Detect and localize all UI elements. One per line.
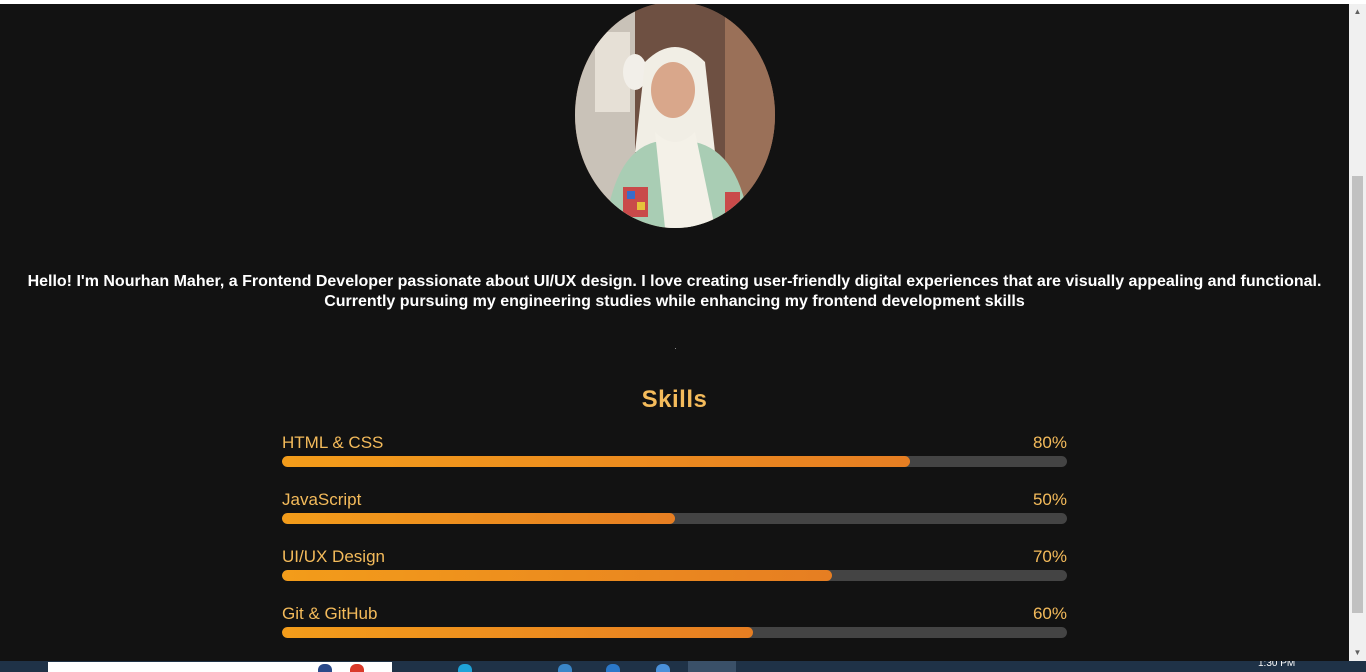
skill-progress-bar [282, 570, 1067, 581]
skill-name: HTML & CSS [282, 433, 384, 452]
divider-dot [675, 348, 676, 349]
skill-percent: 50% [1032, 490, 1067, 509]
taskbar-clock[interactable]: 1:30 PM [1258, 661, 1295, 669]
skill-percent: 80% [1032, 433, 1067, 452]
skill-item: Git & GitHub 60% [282, 604, 1067, 648]
scrollbar-thumb[interactable] [1352, 176, 1363, 613]
app-icon[interactable] [318, 664, 332, 672]
skill-percent: 60% [1032, 604, 1067, 623]
scroll-down-icon[interactable]: ▼ [1349, 645, 1366, 661]
intro-line-2: Currently pursuing my engineering studie… [324, 293, 1025, 310]
skill-name: Git & GitHub [282, 604, 378, 623]
skill-progress-fill [282, 456, 910, 467]
skill-item: HTML & CSS 80% [282, 433, 1067, 477]
page-viewport: Hello! I'm Nourhan Maher, a Frontend Dev… [0, 4, 1349, 661]
app-icon[interactable] [656, 664, 670, 672]
skill-progress-bar [282, 513, 1067, 524]
intro-text: Hello! I'm Nourhan Maher, a Frontend Dev… [0, 272, 1349, 312]
skill-name: JavaScript [282, 490, 362, 509]
profile-photo [575, 4, 775, 228]
skill-progress-bar [282, 456, 1067, 467]
taskbar-search-box[interactable] [48, 662, 392, 672]
taskbar-active-app[interactable] [688, 661, 736, 672]
intro-line-1: Hello! I'm Nourhan Maher, a Frontend Dev… [27, 273, 1322, 290]
scroll-up-icon[interactable]: ▲ [1349, 4, 1366, 20]
skill-progress-fill [282, 627, 753, 638]
skill-percent: 70% [1032, 547, 1067, 566]
vertical-scrollbar[interactable]: ▲ ▼ [1349, 4, 1366, 661]
app-icon[interactable] [350, 664, 364, 672]
skills-heading: Skills [641, 386, 708, 413]
skill-item: JavaScript 50% [282, 490, 1067, 534]
taskbar: 1:30 PM [0, 661, 1366, 672]
skill-item: UI/UX Design 70% [282, 547, 1067, 591]
skill-progress-bar [282, 627, 1067, 638]
skill-progress-fill [282, 570, 832, 581]
edge-icon[interactable] [458, 664, 472, 672]
file-explorer-icon[interactable] [558, 664, 572, 672]
skill-progress-fill [282, 513, 675, 524]
skill-name: UI/UX Design [282, 547, 385, 566]
store-icon[interactable] [606, 664, 620, 672]
